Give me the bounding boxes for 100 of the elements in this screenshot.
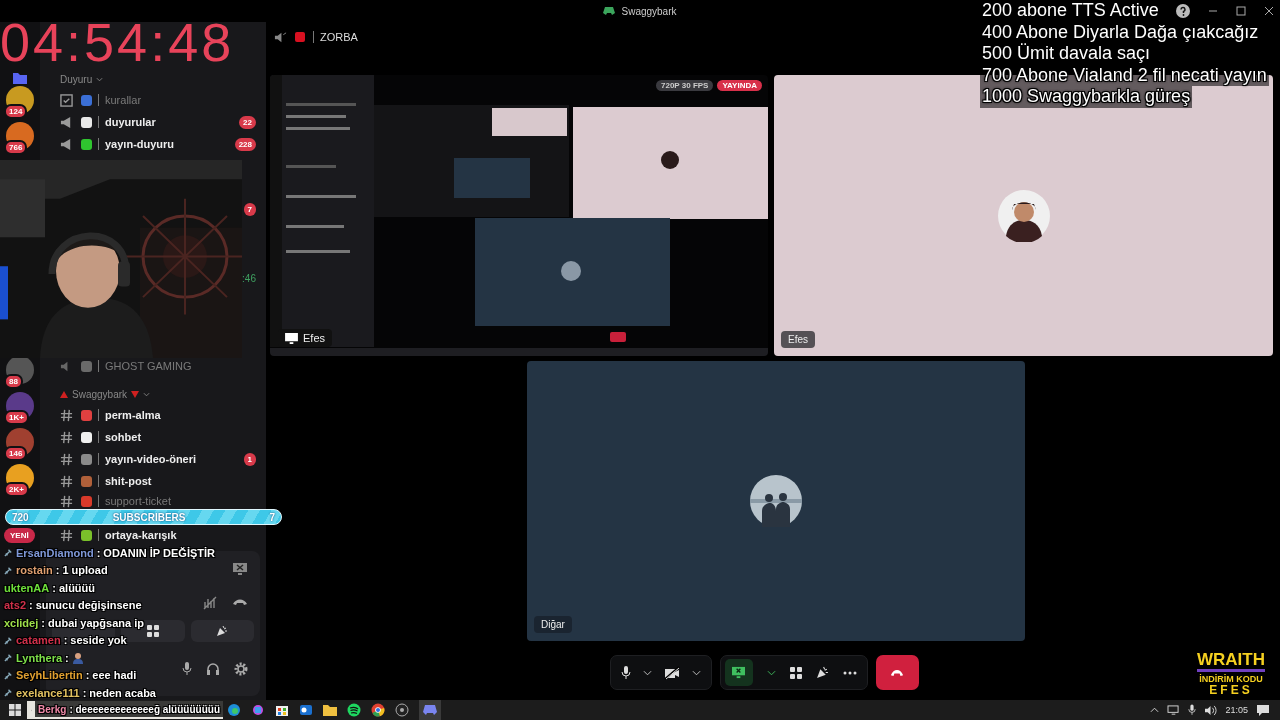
subscriber-count: 720 xyxy=(12,511,29,523)
sparkle-app-icon[interactable] xyxy=(251,703,265,717)
folder-icon[interactable] xyxy=(323,704,337,716)
channel-item[interactable]: duyurular 22 xyxy=(40,111,266,133)
channel-item[interactable]: shit-post xyxy=(40,470,266,492)
close-icon[interactable] xyxy=(1264,6,1274,16)
new-badge: YENİ xyxy=(4,528,35,543)
megaphone-icon xyxy=(60,137,73,151)
timestamp: :46 xyxy=(242,273,256,284)
voice-channel-icon xyxy=(274,30,287,44)
more-icon[interactable] xyxy=(842,670,857,675)
chat-username: Berkg xyxy=(38,703,67,715)
apps-icon[interactable] xyxy=(789,666,802,679)
channel-item[interactable]: GHOST GAMING xyxy=(40,355,266,377)
party-icon[interactable] xyxy=(815,666,829,679)
avatar xyxy=(997,189,1050,242)
leave-call-button[interactable] xyxy=(875,655,919,690)
live-badge: YAYINDA xyxy=(717,80,762,91)
mention-count: 88 xyxy=(4,374,23,389)
camera-off-icon[interactable] xyxy=(663,665,680,680)
chat-username: Lynthera xyxy=(16,651,63,664)
chat-username: exelance111 xyxy=(16,686,80,699)
chat-username: catamen xyxy=(16,634,61,647)
channel-item[interactable]: yayın-duyuru 228 xyxy=(40,133,266,155)
category-header[interactable]: Duyuru xyxy=(60,73,93,85)
windows-icon[interactable] xyxy=(9,704,21,716)
channel-item[interactable]: yayın-video-öneri 1 xyxy=(40,448,266,470)
folder-icon[interactable] xyxy=(13,72,27,84)
clock[interactable]: 21:05 xyxy=(1225,705,1248,715)
unread-count: 22 xyxy=(239,115,256,129)
channel-name: duyurular xyxy=(98,116,240,128)
volume-icon[interactable] xyxy=(1204,704,1218,716)
sponsor-brand: WRAITH xyxy=(1197,651,1265,672)
channel-title: ZORBA xyxy=(313,31,358,43)
category-header[interactable]: Swaggybark xyxy=(72,388,128,400)
notification-icon[interactable] xyxy=(1256,704,1270,716)
apps-icon xyxy=(147,625,159,637)
hash-icon xyxy=(60,494,73,508)
channel-item[interactable]: kurallar xyxy=(40,89,266,111)
screen-share-button[interactable] xyxy=(724,659,753,686)
goal-label: SUBSCRIBERS xyxy=(112,511,186,523)
music-app-icon[interactable] xyxy=(347,703,361,717)
megaphone-icon xyxy=(60,115,73,129)
stream-quality-badge: 720P 30 FPS xyxy=(656,80,714,91)
microphone-icon[interactable] xyxy=(620,665,631,680)
caret-up-icon[interactable] xyxy=(1150,707,1160,713)
channel-name: perm-alma xyxy=(98,409,256,421)
browser-icon[interactable] xyxy=(227,703,241,717)
soundboard-button[interactable] xyxy=(190,620,254,642)
channel-name: sohbet xyxy=(98,431,256,443)
channel-name: shit-post xyxy=(98,475,256,487)
triangle-up-icon xyxy=(60,390,68,398)
channel-name: GHOST GAMING xyxy=(98,360,256,372)
participant-name: Efes xyxy=(781,331,815,348)
channel-item[interactable]: sohbet xyxy=(40,426,266,448)
chevron-icon xyxy=(96,76,104,82)
rules-icon xyxy=(60,93,73,107)
chat-message: : eee hadi xyxy=(85,669,137,682)
search-field[interactable]: Berkg : deeeeeeeeeeeeeğ alüüüüüüüü xyxy=(27,701,223,719)
help-icon[interactable] xyxy=(1176,4,1190,18)
channel-name: ortaya-karışık xyxy=(98,529,256,541)
screen-share-icon xyxy=(731,666,746,679)
channel-item[interactable]: perm-alma xyxy=(40,404,266,426)
chrome-icon[interactable] xyxy=(371,703,385,717)
stop-share-icon[interactable] xyxy=(232,562,248,576)
maximize-icon[interactable] xyxy=(1236,6,1246,16)
chat-message: : alüüüü xyxy=(52,581,95,594)
sponsor-text: İNDİRİM KODU xyxy=(1199,674,1263,684)
channel-item[interactable]: support-ticket xyxy=(40,492,266,510)
chat-username: ats2 xyxy=(4,599,27,612)
channel-item[interactable]: ortaya-karışık xyxy=(40,526,266,544)
mention-count: 1K+ xyxy=(4,410,29,425)
channel-emoji-icon xyxy=(295,32,305,42)
taskbar-app-button[interactable] xyxy=(419,700,441,720)
chat-message: : dubai yapğsana ip xyxy=(41,616,144,629)
chat-message: : deeeeeeeeeeeeeğ alüüüüüüüü xyxy=(69,703,220,715)
caret-icon[interactable] xyxy=(691,669,701,676)
noise-off-icon[interactable] xyxy=(202,596,218,610)
unread-count: 228 xyxy=(234,137,256,151)
store-icon[interactable] xyxy=(275,703,289,717)
microphone-icon[interactable] xyxy=(1188,704,1197,716)
channel-name: yayın-video-öneri xyxy=(98,453,244,465)
chat-username: rostain xyxy=(16,564,53,577)
caret-icon[interactable] xyxy=(766,669,776,676)
chat-username: uktenAA xyxy=(4,581,50,594)
mail-app-icon[interactable] xyxy=(299,703,313,717)
participant-name: Efes xyxy=(303,332,325,344)
microphone-icon[interactable] xyxy=(182,662,192,676)
unread-count: 7 xyxy=(243,203,256,216)
network-icon[interactable] xyxy=(1167,704,1181,716)
window-title: Swaggybark xyxy=(621,5,677,17)
caret-icon[interactable] xyxy=(642,669,652,676)
chat-app-icon xyxy=(423,704,437,716)
video-tile[interactable]: 720P 30 FPS YAYINDA Efes xyxy=(270,75,768,356)
recorder-icon[interactable] xyxy=(395,703,409,717)
settings-icon[interactable] xyxy=(234,662,248,676)
video-tile[interactable]: Diğar xyxy=(527,361,1025,641)
chat-message: : neden acaba xyxy=(82,686,156,699)
mention-count: 146 xyxy=(4,446,28,461)
headphones-icon[interactable] xyxy=(206,662,220,676)
